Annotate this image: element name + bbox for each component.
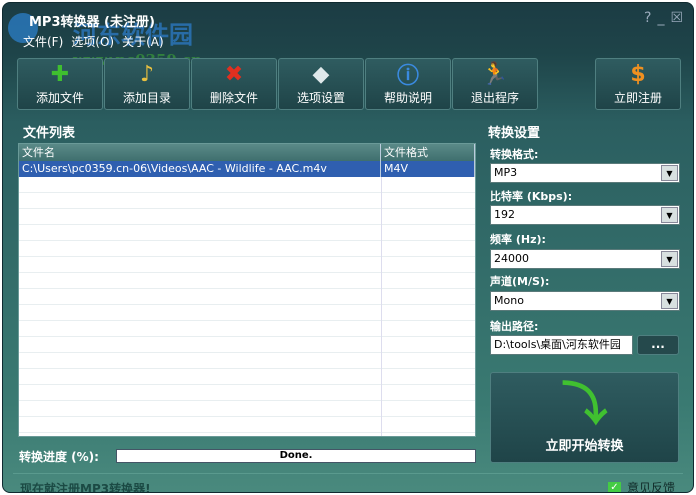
toolbar-button-label: 添加目录 — [122, 91, 171, 105]
toolbar-button-4[interactable]: ⓘ 帮助说明 — [365, 58, 451, 110]
file-list-title: 文件列表 — [23, 126, 76, 141]
format-label: 转换格式: — [490, 148, 539, 161]
toolbar-button-3[interactable]: ◆ 选项设置 — [278, 58, 364, 110]
toolbar-button-label: 退出程序 — [470, 91, 519, 105]
toolbar-button-2[interactable]: ✖ 删除文件 — [191, 58, 277, 110]
toolbar-button-label: 立即注册 — [613, 91, 662, 105]
output-label: 输出路径: — [490, 320, 539, 333]
progress-bar: Done. — [116, 449, 476, 463]
menu-about[interactable]: 关于(A) — [122, 33, 164, 50]
chevron-down-icon: ▼ — [661, 165, 678, 181]
progress-label: 转换进度 (%): — [19, 450, 99, 464]
column-filename[interactable]: 文件名 — [19, 144, 381, 161]
channel-label: 声道(M/S): — [490, 275, 550, 288]
start-convert-label: 立即开始转换 — [545, 439, 624, 454]
close-button[interactable]: ☒ — [670, 10, 683, 26]
divider — [13, 473, 683, 474]
freq-select[interactable]: 24000 ▼ — [490, 249, 680, 269]
toolbar-button-label: 删除文件 — [209, 91, 258, 105]
file-list[interactable]: 文件名 文件格式 C:\Users\pc0359.cn-06\Videos\AA… — [18, 143, 476, 437]
register-link[interactable]: 现在就注册MP3转换器! — [20, 480, 151, 492]
feedback-link[interactable]: ✓ 意见反馈 — [607, 479, 675, 492]
window-title: MP3转换器 (未注册) — [29, 15, 155, 30]
folder-music-icon: ♪ — [139, 61, 155, 87]
toolbar-button-6[interactable]: $ 立即注册 — [595, 58, 681, 110]
start-convert-button[interactable]: ⤵ 立即开始转换 — [490, 372, 679, 463]
info-icon: ⓘ — [396, 64, 419, 89]
toolbar-button-1[interactable]: ♪ 添加目录 — [104, 58, 190, 110]
menu-options[interactable]: 选项(O) — [71, 33, 114, 50]
toolbar-button-label: 添加文件 — [35, 91, 84, 105]
toolbar-button-label: 选项设置 — [296, 91, 345, 105]
output-path-input[interactable]: D:\tools\桌面\河东软件园 — [490, 335, 633, 355]
green-arrow-icon: ⤵ — [561, 377, 608, 431]
plus-icon: ✚ — [50, 61, 70, 87]
running-man-icon: 🏃 — [481, 61, 509, 87]
dollar-coin-icon: $ — [630, 61, 646, 87]
browse-button[interactable]: ... — [637, 335, 679, 355]
bitrate-label: 比特率 (Kbps): — [490, 190, 573, 203]
chevron-down-icon: ▼ — [661, 251, 678, 267]
chevron-down-icon: ▼ — [661, 293, 678, 309]
delete-x-icon: ✖ — [224, 61, 244, 87]
bitrate-select[interactable]: 192 ▼ — [490, 205, 680, 225]
freq-label: 频率 (Hz): — [490, 233, 546, 246]
minimize-button[interactable]: _ — [657, 10, 664, 26]
toolbar-button-5[interactable]: 🏃 退出程序 — [452, 58, 538, 110]
help-button[interactable]: ? — [644, 10, 651, 26]
toolbar-button-label: 帮助说明 — [383, 91, 432, 105]
check-icon: ✓ — [607, 482, 621, 492]
table-row[interactable]: C:\Users\pc0359.cn-06\Videos\AAC - Wildl… — [19, 161, 475, 177]
list-empty-area — [19, 177, 475, 436]
app-window: 河东软件园 www.pc0359.cn MP3转换器 (未注册) ? _ ☒ 文… — [2, 2, 694, 493]
format-select[interactable]: MP3 ▼ — [490, 163, 680, 183]
column-format[interactable]: 文件格式 — [381, 144, 475, 161]
channel-select[interactable]: Mono ▼ — [490, 291, 680, 311]
menu-file[interactable]: 文件(F) — [23, 33, 63, 50]
settings-title: 转换设置 — [488, 126, 541, 141]
cube-icon: ◆ — [312, 61, 330, 87]
toolbar-button-0[interactable]: ✚ 添加文件 — [17, 58, 103, 110]
column-divider — [381, 177, 382, 436]
chevron-down-icon: ▼ — [661, 207, 678, 223]
